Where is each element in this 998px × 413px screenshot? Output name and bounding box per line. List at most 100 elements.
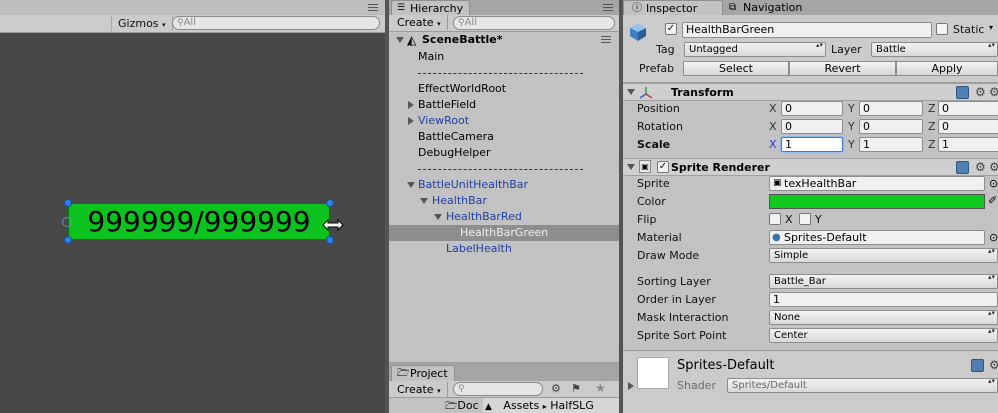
help-book-icon[interactable]: [956, 86, 969, 99]
tree-item-effectworldroot[interactable]: EffectWorldRoot: [389, 81, 619, 97]
breadcrumb-assets[interactable]: Assets: [495, 399, 539, 412]
draw-mode-dropdown[interactable]: Simple: [769, 248, 998, 263]
position-z-field[interactable]: 0: [938, 101, 998, 116]
tree-item-debughelper[interactable]: DebugHelper: [389, 145, 619, 161]
tree-item-viewroot[interactable]: ViewRoot: [389, 113, 619, 129]
tree-item-labelhealth[interactable]: LabelHealth: [389, 241, 619, 257]
sprite-sort-point-dropdown[interactable]: Center: [769, 328, 998, 343]
scale-y-field[interactable]: 1: [859, 137, 923, 152]
scene-root-row[interactable]: ◭ SceneBattle*: [389, 32, 619, 48]
expand-arrow-icon[interactable]: [407, 182, 415, 188]
settings-gear-icon[interactable]: ⚙: [989, 86, 998, 98]
breadcrumb-halfslg[interactable]: HalfSLG: [550, 399, 594, 412]
tree-item-healthbargreen[interactable]: HealthBarGreen: [389, 225, 619, 241]
material-label: Material: [637, 231, 682, 244]
prefab-select-button[interactable]: Select: [683, 61, 789, 76]
help-book-icon[interactable]: [971, 359, 984, 372]
panel-menu-icon[interactable]: [368, 4, 378, 11]
prefab-revert-button[interactable]: Revert: [789, 61, 896, 76]
sprite-renderer-enabled-checkbox[interactable]: ✓: [657, 161, 669, 173]
eyedropper-icon[interactable]: ✐: [988, 194, 997, 207]
tab-project[interactable]: 🗁 Project: [391, 365, 455, 381]
color-swatch[interactable]: [769, 194, 985, 209]
project-search-input[interactable]: ⚲: [453, 382, 543, 396]
static-checkbox[interactable]: [936, 23, 948, 35]
filter-label-icon[interactable]: ⚑: [571, 382, 581, 395]
expand-arrow-icon[interactable]: [420, 198, 428, 204]
tab-hierarchy[interactable]: ☰ Hierarchy: [391, 0, 471, 15]
rotation-y-field[interactable]: 0: [859, 119, 923, 134]
tree-item-healthbarred[interactable]: HealthBarRed: [389, 209, 619, 225]
collapse-arrow-icon[interactable]: [627, 164, 635, 170]
material-value: Sprites-Default: [784, 231, 867, 244]
health-bar-sprite[interactable]: 999999/999999: [68, 203, 330, 240]
scene-view[interactable]: Gizmos ▾ ⚲All 999999/999999: [0, 0, 385, 413]
axis-z-label: Z: [928, 102, 936, 115]
material-object-field[interactable]: ● Sprites-Default: [769, 230, 985, 245]
prefab-apply-button[interactable]: Apply: [896, 61, 998, 76]
sorting-layer-dropdown[interactable]: Battle_Bar: [769, 274, 998, 289]
expand-arrow-icon[interactable]: [408, 101, 414, 109]
order-in-layer-field[interactable]: 1: [769, 292, 998, 307]
scale-x-field[interactable]: 1: [781, 137, 843, 152]
flip-y-checkbox[interactable]: [799, 213, 811, 225]
scale-z-field[interactable]: 1: [938, 137, 998, 152]
rect-handle-bottom-right[interactable]: [326, 236, 334, 244]
tab-navigation[interactable]: ⧉ Navigation: [727, 0, 802, 15]
help-book-icon[interactable]: [956, 161, 969, 174]
hierarchy-create-button[interactable]: Create ▾: [391, 15, 448, 30]
rect-handle-bottom-left[interactable]: [64, 236, 72, 244]
object-name-field[interactable]: HealthBarGreen: [682, 22, 932, 38]
filter-type-icon[interactable]: ⚙: [551, 382, 561, 395]
pivot-handle[interactable]: [62, 217, 72, 227]
hierarchy-search-input[interactable]: ⚲All: [453, 16, 615, 30]
collapse-arrow-icon[interactable]: [627, 89, 635, 95]
layer-dropdown[interactable]: Battle: [871, 42, 998, 57]
hierarchy-menu-icon[interactable]: [603, 4, 613, 11]
tree-item-battlecamera[interactable]: BattleCamera: [389, 129, 619, 145]
expand-arrow-icon[interactable]: [628, 382, 634, 390]
tree-item-healthbar[interactable]: HealthBar: [389, 193, 619, 209]
active-checkbox[interactable]: ✓: [665, 23, 677, 35]
expand-arrow-icon[interactable]: [396, 37, 404, 43]
gizmos-dropdown[interactable]: Gizmos ▾: [111, 16, 173, 31]
object-picker-icon[interactable]: ⊙: [989, 177, 998, 190]
tree-item-battleunithealthbar[interactable]: BattleUnitHealthBar: [389, 177, 619, 193]
tree-item-label: BattleUnitHealthBar: [418, 178, 529, 191]
scene-search-input[interactable]: ⚲All: [172, 16, 380, 30]
tag-dropdown[interactable]: Untagged: [684, 42, 826, 57]
scene-menu-icon[interactable]: [601, 36, 611, 43]
static-dropdown-icon[interactable]: ▾: [989, 23, 993, 32]
scroll-left-icon[interactable]: ▲: [483, 402, 492, 412]
color-label: Color: [637, 195, 666, 208]
tab-inspector[interactable]: ⓘ Inspector: [623, 0, 723, 15]
position-x-field[interactable]: 0: [781, 101, 843, 116]
folder-tree-item[interactable]: 🗁Doc: [445, 399, 485, 413]
position-y-field[interactable]: 0: [859, 101, 923, 116]
rotation-z-field[interactable]: 0: [938, 119, 998, 134]
mask-interaction-dropdown[interactable]: None: [769, 310, 998, 325]
tree-item-battlefield[interactable]: BattleField: [389, 97, 619, 113]
mask-interaction-label: Mask Interaction: [637, 311, 729, 324]
settings-gear-icon[interactable]: ⚙: [989, 359, 998, 371]
object-picker-icon[interactable]: ⊙: [989, 231, 998, 244]
tree-item-main[interactable]: Main: [389, 49, 619, 65]
rect-handle-top-left[interactable]: [64, 199, 72, 207]
shader-label: Shader: [677, 379, 716, 392]
sprite-object-field[interactable]: ▣ texHealthBar: [769, 176, 985, 191]
settings-gear-icon[interactable]: ⚙: [975, 161, 986, 173]
draw-mode-label: Draw Mode: [637, 249, 700, 262]
expand-arrow-icon[interactable]: [408, 117, 414, 125]
settings-gear-icon[interactable]: ⚙: [989, 161, 998, 173]
hierarchy-list-icon: ☰: [397, 3, 406, 13]
rotation-x-field[interactable]: 0: [781, 119, 843, 134]
expand-arrow-icon[interactable]: [434, 214, 442, 220]
project-create-button[interactable]: Create ▾: [391, 382, 448, 397]
sprite-renderer-header[interactable]: ▣ ✓ Sprite Renderer ⚙ ⚙: [623, 158, 998, 176]
rect-handle-top-right[interactable]: [326, 199, 334, 207]
shader-dropdown[interactable]: Sprites/Default: [727, 378, 998, 393]
settings-gear-icon[interactable]: ⚙: [975, 86, 986, 98]
flip-x-checkbox[interactable]: [769, 213, 781, 225]
favorite-star-icon[interactable]: ★: [595, 381, 606, 395]
transform-header[interactable]: Transform ⚙ ⚙: [623, 83, 998, 101]
